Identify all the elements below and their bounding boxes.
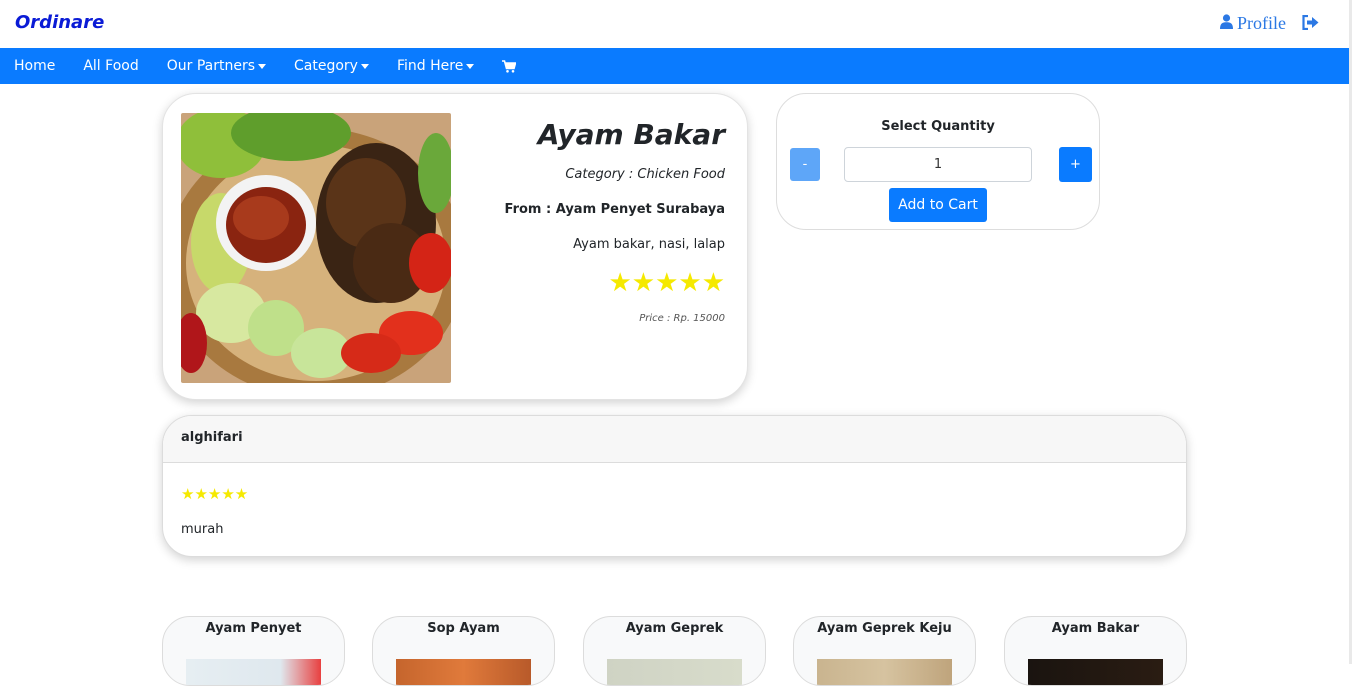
recommendation-card[interactable]: Ayam Bakar [1004,616,1187,686]
caret-down-icon [360,63,369,69]
caret-down-icon [258,63,267,69]
add-to-cart-button[interactable]: Add to Cart [889,188,987,222]
recommendation-title: Ayam Bakar [1051,621,1140,636]
quantity-input[interactable]: 1 [844,147,1032,182]
nav-all-food[interactable]: All Food [83,58,138,74]
logout-icon[interactable] [1302,14,1319,34]
review-card: alghifari ★★★★★ murah [162,415,1187,557]
food-from: From : Ayam Penyet Surabaya [504,202,725,217]
food-name: Ayam Bakar [537,118,725,151]
food-detail-card: Ayam Bakar Category : Chicken Food From … [162,93,748,400]
caret-down-icon [466,63,475,69]
recommendation-card[interactable]: Ayam Geprek [583,616,766,686]
recommendation-title: Sop Ayam [427,621,500,636]
recommendation-image [1028,659,1163,685]
profile-link[interactable]: Profile [1220,13,1286,34]
nav-find-here[interactable]: Find Here [396,58,475,74]
brand-logo[interactable]: Ordinare [15,12,104,33]
recommendation-image [607,659,742,685]
increase-quantity-button[interactable]: + [1059,147,1092,182]
quantity-title: Select Quantity [881,119,995,134]
nav-home-label: Home [14,58,56,74]
review-text: murah [181,522,224,537]
nav-all-food-label: All Food [83,58,139,74]
top-header: Ordinare Profile [0,0,1352,48]
review-username: alghifari [181,430,243,445]
nav-our-partners-label: Our Partners [166,58,256,74]
user-icon [1220,13,1233,34]
food-category: Category : Chicken Food [565,167,725,182]
food-rating-stars: ★★★★★ [608,268,725,298]
recommendation-card[interactable]: Sop Ayam [372,616,555,686]
review-header: alghifari [163,416,1186,463]
recommendation-image [396,659,531,685]
nav-find-here-label: Find Here [396,58,464,74]
review-rating-stars: ★★★★★ [181,485,249,503]
recommendation-image [186,659,321,685]
quantity-card: Select Quantity - 1 + Add to Cart [776,93,1100,230]
cart-icon[interactable] [502,59,517,73]
main-navbar: Home All Food Our Partners Category Find… [0,48,1352,84]
recommendation-card[interactable]: Ayam Penyet [162,616,345,686]
recommendation-title: Ayam Geprek [625,621,724,636]
food-price: Price : Rp. 15000 [639,313,725,324]
recommendation-image [817,659,952,685]
profile-label: Profile [1237,13,1286,33]
nav-our-partners[interactable]: Our Partners [166,58,267,74]
food-image [181,113,451,383]
nav-category-label: Category [294,58,358,74]
recommendation-title: Ayam Penyet [205,621,302,636]
recommendation-card[interactable]: Ayam Geprek Keju [793,616,976,686]
nav-home[interactable]: Home [14,58,55,74]
nav-category[interactable]: Category [294,58,369,74]
decrease-quantity-button[interactable]: - [790,148,820,181]
food-description: Ayam bakar, nasi, lalap [573,237,725,252]
recommendation-title: Ayam Geprek Keju [817,621,952,636]
